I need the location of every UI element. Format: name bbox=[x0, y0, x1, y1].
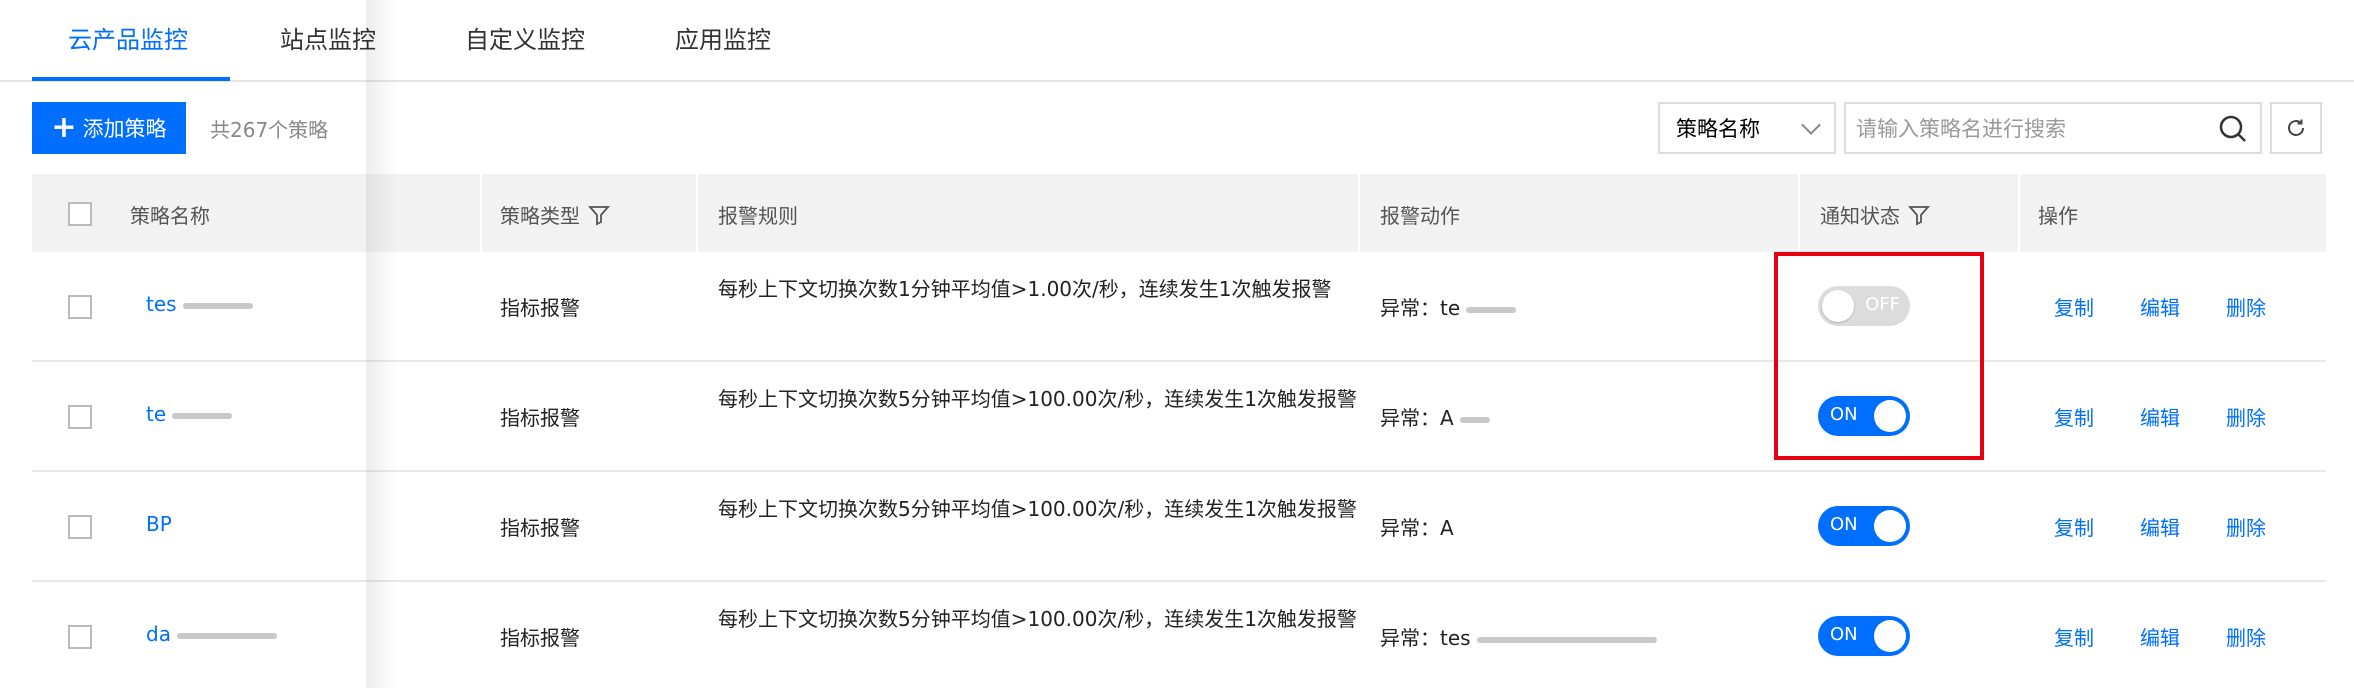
toggle-knob bbox=[1822, 290, 1854, 322]
refresh-icon bbox=[2288, 119, 2304, 136]
redacted-text bbox=[176, 632, 277, 639]
table-row: tes 指标报警 每秒上下文切换次数1分钟平均值>1.00次/秒，连续发生1次触… bbox=[32, 252, 2326, 362]
toggle-label: OFF bbox=[1865, 294, 1900, 315]
policy-name-text: te bbox=[146, 402, 167, 426]
header-policy-type[interactable]: 策略类型 bbox=[500, 200, 610, 229]
copy-button[interactable]: 复制 bbox=[2054, 512, 2094, 541]
alarm-action: 异常：te bbox=[1380, 292, 1517, 321]
alarm-action: 异常：A bbox=[1380, 516, 1454, 540]
alarm-rule: 每秒上下文切换次数5分钟平均值>100.00次/秒，连续发生1次触发报警 bbox=[718, 607, 1357, 631]
copy-button[interactable]: 复制 bbox=[2054, 402, 2094, 431]
tab-custom-monitor[interactable]: 自定义监控 bbox=[465, 20, 585, 55]
delete-button[interactable]: 删除 bbox=[2226, 402, 2266, 431]
column-divider bbox=[1358, 174, 1360, 252]
tab-site-monitor[interactable]: 站点监控 bbox=[280, 20, 376, 55]
edit-button[interactable]: 编辑 bbox=[2140, 622, 2180, 651]
column-divider bbox=[480, 174, 482, 252]
policy-name-link[interactable]: tes bbox=[146, 292, 253, 316]
policy-name-text: tes bbox=[146, 292, 177, 316]
search-field-select-value: 策略名称 bbox=[1676, 117, 1760, 141]
row-checkbox[interactable] bbox=[68, 405, 92, 429]
row-checkbox[interactable] bbox=[68, 515, 92, 539]
redacted-text bbox=[182, 302, 253, 309]
alarm-rule: 每秒上下文切换次数5分钟平均值>100.00次/秒，连续发生1次触发报警 bbox=[718, 387, 1357, 411]
notify-toggle[interactable]: OFF bbox=[1818, 286, 1910, 326]
column-divider bbox=[2018, 174, 2020, 252]
alarm-action: 异常：A bbox=[1380, 402, 1490, 431]
select-all-checkbox[interactable] bbox=[68, 202, 92, 226]
monitor-tabs: 云产品监控 站点监控 自定义监控 应用监控 bbox=[0, 0, 2354, 82]
search-icon[interactable] bbox=[2218, 114, 2248, 144]
policy-type: 指标报警 bbox=[500, 296, 580, 320]
notify-toggle[interactable]: ON bbox=[1818, 506, 1910, 546]
alarm-rule: 每秒上下文切换次数1分钟平均值>1.00次/秒，连续发生1次触发报警 bbox=[718, 277, 1332, 301]
column-divider bbox=[1798, 174, 1800, 252]
alarm-action-text: 异常：te bbox=[1380, 296, 1461, 320]
toggle-label: ON bbox=[1830, 624, 1858, 645]
table-row: te 指标报警 每秒上下文切换次数5分钟平均值>100.00次/秒，连续发生1次… bbox=[32, 362, 2326, 472]
row-checkbox[interactable] bbox=[68, 295, 92, 319]
edit-button[interactable]: 编辑 bbox=[2140, 512, 2180, 541]
toggle-knob bbox=[1874, 400, 1906, 432]
policy-name-text: da bbox=[146, 622, 171, 646]
search-box bbox=[1844, 102, 2262, 154]
redacted-text bbox=[1466, 306, 1517, 313]
header-notify-status[interactable]: 通知状态 bbox=[1820, 200, 1930, 229]
header-policy-name: 策略名称 bbox=[130, 204, 210, 228]
redacted-text bbox=[1476, 636, 1657, 643]
policy-count: 共267个策略 bbox=[210, 118, 329, 142]
header-alarm-rule: 报警规则 bbox=[718, 204, 798, 228]
alarm-rule: 每秒上下文切换次数5分钟平均值>100.00次/秒，连续发生1次触发报警 bbox=[718, 497, 1357, 521]
header-operations: 操作 bbox=[2038, 204, 2078, 228]
refresh-button[interactable] bbox=[2270, 102, 2322, 154]
search-field-select[interactable]: 策略名称 bbox=[1658, 102, 1836, 154]
add-policy-button[interactable]: + 添加策略 bbox=[32, 102, 186, 154]
notify-toggle[interactable]: ON bbox=[1818, 616, 1910, 656]
alarm-action: 异常：tes bbox=[1380, 622, 1657, 651]
edit-button[interactable]: 编辑 bbox=[2140, 402, 2180, 431]
toggle-knob bbox=[1874, 620, 1906, 652]
search-input[interactable] bbox=[1856, 114, 2196, 144]
copy-button[interactable]: 复制 bbox=[2054, 292, 2094, 321]
table-row: BP 指标报警 每秒上下文切换次数5分钟平均值>100.00次/秒，连续发生1次… bbox=[32, 472, 2326, 582]
toggle-label: ON bbox=[1830, 514, 1858, 535]
chevron-down-icon bbox=[1801, 115, 1821, 135]
toggle-label: ON bbox=[1830, 404, 1858, 425]
column-divider bbox=[696, 174, 698, 252]
table-row: da 指标报警 每秒上下文切换次数5分钟平均值>100.00次/秒，连续发生1次… bbox=[32, 582, 2326, 688]
tab-cloud-product-monitor[interactable]: 云产品监控 bbox=[68, 20, 188, 55]
notify-toggle[interactable]: ON bbox=[1818, 396, 1910, 436]
table-header: 策略名称 策略类型 报警规则 报警动作 通知状态 操作 bbox=[32, 174, 2326, 252]
plus-icon: + bbox=[51, 110, 77, 145]
alarm-action-text: 异常：A bbox=[1380, 406, 1454, 430]
policy-type: 指标报警 bbox=[500, 516, 580, 540]
redacted-text bbox=[1459, 416, 1490, 423]
active-tab-indicator bbox=[32, 77, 230, 81]
filter-icon[interactable] bbox=[1908, 204, 1930, 226]
redacted-text bbox=[172, 412, 233, 419]
add-policy-label: 添加策略 bbox=[82, 117, 167, 141]
policy-type: 指标报警 bbox=[500, 406, 580, 430]
policy-name-link[interactable]: da bbox=[146, 622, 277, 646]
policy-name-link[interactable]: te bbox=[146, 402, 233, 426]
delete-button[interactable]: 删除 bbox=[2226, 292, 2266, 321]
tab-app-monitor[interactable]: 应用监控 bbox=[675, 20, 771, 55]
policy-type: 指标报警 bbox=[500, 626, 580, 650]
row-checkbox[interactable] bbox=[68, 625, 92, 649]
policy-name-link[interactable]: BP bbox=[146, 512, 172, 536]
header-notify-status-label: 通知状态 bbox=[1820, 204, 1900, 228]
edit-button[interactable]: 编辑 bbox=[2140, 292, 2180, 321]
delete-button[interactable]: 删除 bbox=[2226, 622, 2266, 651]
toggle-knob bbox=[1874, 510, 1906, 542]
alarm-action-text: 异常：tes bbox=[1380, 626, 1471, 650]
header-alarm-action: 报警动作 bbox=[1380, 204, 1460, 228]
policy-name-text: BP bbox=[146, 512, 172, 536]
delete-button[interactable]: 删除 bbox=[2226, 512, 2266, 541]
copy-button[interactable]: 复制 bbox=[2054, 622, 2094, 651]
header-policy-type-label: 策略类型 bbox=[500, 204, 580, 228]
filter-icon[interactable] bbox=[588, 204, 610, 226]
